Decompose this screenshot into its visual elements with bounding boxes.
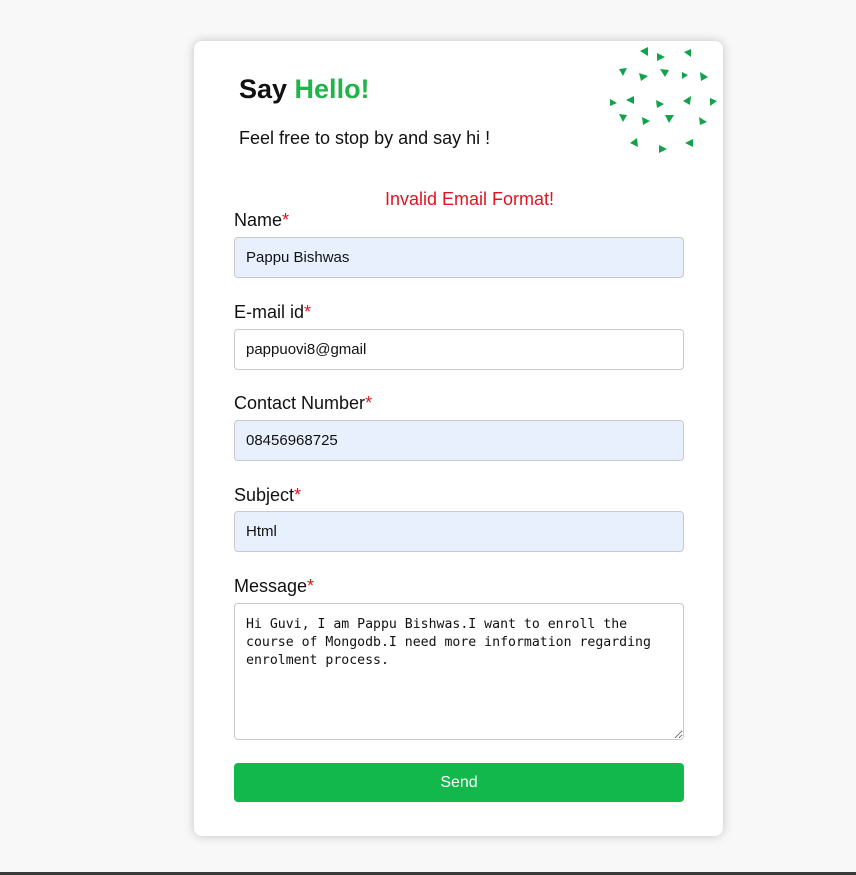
contact-label: Contact Number* xyxy=(234,393,372,414)
message-label-text: Message xyxy=(234,576,308,596)
required-mark: * xyxy=(304,302,312,322)
title-prefix: Say xyxy=(239,74,295,104)
page-subtitle: Feel free to stop by and say hi ! xyxy=(239,128,491,148)
email-error-message: Invalid Email Format! xyxy=(384,189,555,209)
triangle-dot-pattern-icon xyxy=(610,47,717,153)
required-mark: * xyxy=(307,576,315,596)
subject-input[interactable] xyxy=(234,511,684,552)
subject-label-text: Subject xyxy=(234,485,295,505)
send-button[interactable]: Send xyxy=(234,763,684,802)
contact-card: Say Hello! Feel free to stop by and say … xyxy=(194,41,723,836)
message-textarea[interactable]: Hi Guvi, I am Pappu Bishwas.I want to en… xyxy=(234,603,684,740)
required-mark: * xyxy=(294,485,302,505)
email-label: E-mail id* xyxy=(234,302,311,323)
subject-label: Subject* xyxy=(234,485,301,506)
email-input[interactable] xyxy=(234,329,684,370)
contact-label-text: Contact Number xyxy=(234,393,366,413)
message-label: Message* xyxy=(234,576,314,597)
name-label: Name* xyxy=(234,210,289,231)
required-mark: * xyxy=(365,393,373,413)
name-label-text: Name xyxy=(234,210,283,230)
name-input[interactable] xyxy=(234,237,684,278)
page-title: Say Hello! xyxy=(239,74,370,105)
title-accent: Hello! xyxy=(294,74,370,104)
required-mark: * xyxy=(282,210,290,230)
contact-input[interactable] xyxy=(234,420,684,461)
email-label-text: E-mail id xyxy=(234,302,305,322)
